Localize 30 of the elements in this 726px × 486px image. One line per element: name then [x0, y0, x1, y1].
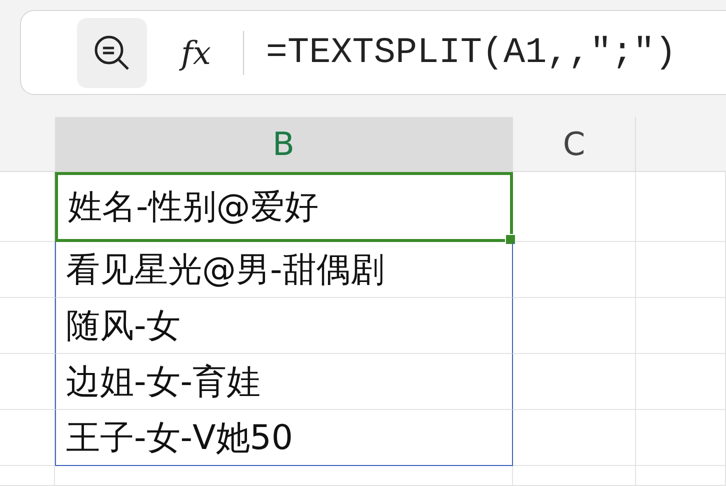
empty-cell[interactable] [0, 410, 55, 466]
empty-cell[interactable] [513, 466, 636, 486]
empty-cell[interactable] [0, 298, 55, 354]
empty-cell[interactable] [636, 466, 726, 486]
column-header[interactable] [636, 117, 726, 172]
column-header[interactable]: C [513, 117, 636, 172]
empty-cell[interactable] [513, 410, 636, 466]
empty-cell[interactable] [0, 466, 55, 486]
empty-cell[interactable] [513, 354, 636, 410]
formula-field[interactable]: =TEXTSPLIT(A1,,″;″) [266, 32, 676, 73]
empty-cell[interactable] [636, 242, 726, 298]
table-cell[interactable]: 王子-女-V她50 [55, 410, 513, 466]
empty-cell[interactable] [513, 172, 636, 242]
empty-cell[interactable] [513, 242, 636, 298]
empty-cell[interactable] [513, 298, 636, 354]
table-cell[interactable]: 随风-女 [55, 298, 513, 354]
fill-handle[interactable] [505, 234, 516, 245]
table-cell[interactable]: 姓名-性别@爱好 [55, 172, 513, 242]
table-cell[interactable]: 边姐-女-育娃 [55, 354, 513, 410]
empty-cell[interactable] [636, 298, 726, 354]
function-label[interactable]: fx [181, 34, 211, 72]
column-header[interactable]: B [55, 117, 513, 172]
empty-cell[interactable] [0, 242, 55, 298]
empty-cell[interactable] [636, 172, 726, 242]
empty-cell[interactable] [0, 354, 55, 410]
empty-cell[interactable] [636, 354, 726, 410]
empty-cell[interactable] [636, 410, 726, 466]
zoom-button[interactable] [77, 18, 147, 88]
empty-cell[interactable] [55, 466, 513, 486]
table-cell[interactable]: 看见星光@男-甜偶剧 [55, 242, 513, 298]
